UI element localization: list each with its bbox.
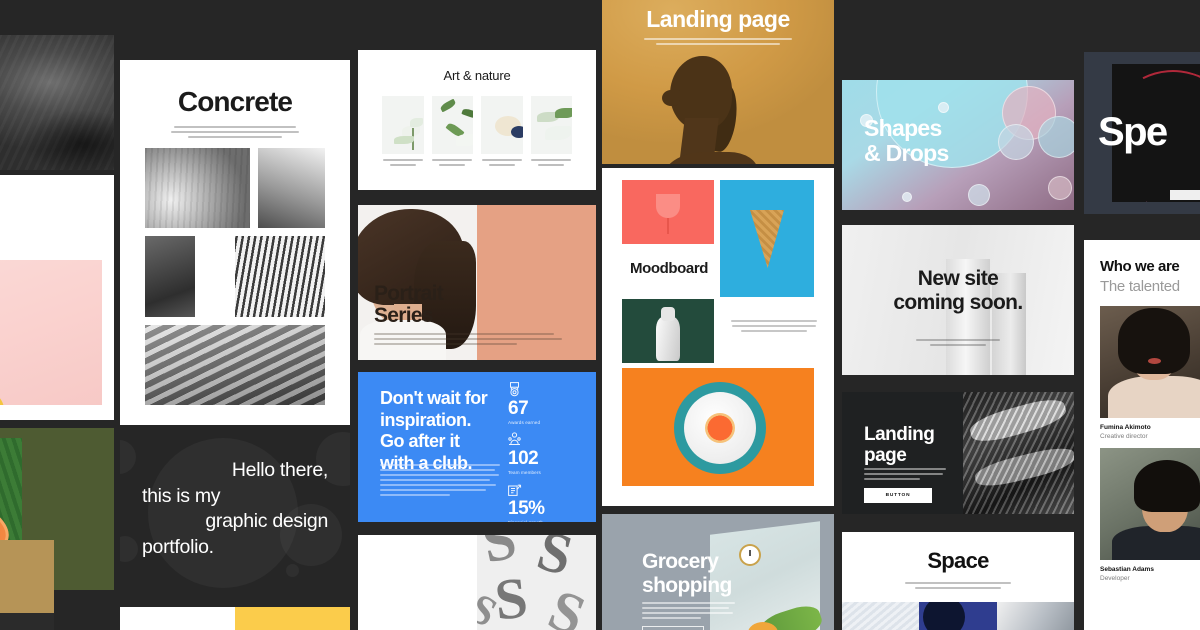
card-portrait-series[interactable]: Portrait Series xyxy=(358,205,596,360)
stat-value: 15% xyxy=(508,498,545,519)
list-item[interactable] xyxy=(431,96,474,169)
card-concrete[interactable]: Concrete xyxy=(120,60,350,425)
stat-growth: 15% Financial growth xyxy=(508,482,582,522)
body-text-placeholder xyxy=(864,468,946,483)
card-typography[interactable]: S S S S S xyxy=(358,535,596,630)
lets-go-button[interactable]: LET'S GO xyxy=(642,626,704,630)
moodboard-tile-cone xyxy=(720,180,814,297)
stat-value: 102 xyxy=(508,448,539,469)
body-text-placeholder xyxy=(730,320,818,335)
moodboard-tile-goblet xyxy=(622,180,714,244)
member-name: Fumina Akimoto xyxy=(1100,424,1151,431)
concrete-man-photo xyxy=(0,35,114,170)
card-who-we-are[interactable]: Who we are The talented Fumina Akimoto C… xyxy=(1084,240,1200,630)
contact-text-placeholder xyxy=(916,339,1000,349)
card-shapes-drops[interactable]: Shapes & Drops xyxy=(842,80,1074,210)
card-title: Landing page xyxy=(864,424,935,467)
card-title: Portrait Series xyxy=(374,282,444,328)
staircase-photo xyxy=(962,392,1074,514)
card-speed[interactable]: Spe xyxy=(1084,52,1200,214)
member-name: Sebastian Adams xyxy=(1100,566,1154,573)
card-still-life[interactable] xyxy=(0,540,54,630)
stats-list: 67 Awards earned 102 Team members 15% xyxy=(508,382,582,522)
avatar xyxy=(1100,448,1200,560)
beret-portrait-photo xyxy=(0,260,102,405)
card-hello-intro[interactable]: Hello there, this is my graphic design p… xyxy=(120,432,350,597)
card-landing-page-dark[interactable]: Landing page BUTTON xyxy=(842,392,1074,514)
body-text-placeholder xyxy=(642,602,737,622)
team-member[interactable]: Fumina Akimoto Creative director xyxy=(1100,306,1200,440)
stat-awards: 67 Awards earned xyxy=(508,382,582,425)
member-role: Creative director xyxy=(1100,433,1148,440)
card-title: Shapes & Drops xyxy=(864,115,949,166)
body-text-placeholder xyxy=(170,126,300,141)
team-icon xyxy=(508,432,582,447)
body-text-placeholder xyxy=(904,582,1012,592)
card-concrete-man[interactable]: crete nan xyxy=(0,35,114,170)
card-title: New site coming soon. xyxy=(893,267,1023,315)
moodboard-tile-grapefruit xyxy=(622,368,814,486)
list-item[interactable] xyxy=(382,96,424,169)
card-headline: Don't wait for inspiration. Go after it … xyxy=(380,388,488,473)
card-title: Who we are xyxy=(1100,258,1180,275)
card-subtitle: The talented xyxy=(1100,278,1180,295)
award-text: award winning r ac orci eu tellus xyxy=(0,197,14,227)
card-title: Landing page xyxy=(646,6,790,32)
concrete-photo-grid xyxy=(145,148,325,405)
card-landing-page-gold[interactable]: Landing page xyxy=(602,0,834,164)
space-photo-row xyxy=(842,602,1074,630)
card-title: Spe xyxy=(1098,110,1168,154)
team-member[interactable]: Sebastian Adams Developer xyxy=(1100,448,1200,582)
card-award-winning[interactable]: award winning r ac orci eu tellus xyxy=(0,175,114,420)
card-grocery-shopping[interactable]: Grocery shopping LET'S GO xyxy=(602,514,834,630)
stat-team: 102 Team members xyxy=(508,432,582,475)
member-role: Developer xyxy=(1100,575,1130,582)
thumb-caption xyxy=(382,159,424,166)
cta-button[interactable]: BUTTON xyxy=(864,488,932,503)
card-moodboard[interactable]: Moodboard xyxy=(602,168,834,506)
cta-button[interactable] xyxy=(1170,190,1200,200)
body-text-placeholder xyxy=(380,464,500,499)
thumb-caption xyxy=(481,159,523,166)
card-color-strip[interactable] xyxy=(120,607,350,630)
card-title: Grocery shopping xyxy=(642,550,732,597)
stat-label: Awards earned xyxy=(508,420,541,425)
body-text-placeholder xyxy=(374,333,578,348)
list-item[interactable] xyxy=(481,96,523,169)
stat-label: Financial growth xyxy=(508,520,582,522)
stat-value: 67 xyxy=(508,398,529,419)
card-title: Moodboard xyxy=(630,260,709,277)
growth-chart-icon xyxy=(508,482,582,497)
medal-icon xyxy=(508,382,582,397)
intro-text: Hello there, this is my graphic design p… xyxy=(142,459,328,559)
list-item[interactable] xyxy=(530,96,573,169)
typography-photo: S S S S S xyxy=(477,535,596,630)
silhouette-portrait-photo xyxy=(662,56,758,164)
thumb-caption xyxy=(432,159,474,166)
yellow-swatch xyxy=(235,607,350,630)
gallery-canvas: crete nan award winning r ac orci eu tel… xyxy=(0,0,1200,630)
clock-icon xyxy=(741,546,759,564)
card-art-nature[interactable]: Art & nature xyxy=(358,50,596,190)
stat-label: Team members xyxy=(508,470,541,475)
art-thumbnail-row xyxy=(382,96,572,169)
card-title: Space xyxy=(927,548,989,573)
thumb-caption xyxy=(531,159,573,166)
card-title: Concrete xyxy=(177,86,293,117)
avatar xyxy=(1100,306,1200,418)
card-new-site[interactable]: New site coming soon. xyxy=(842,225,1074,375)
card-space[interactable]: Space xyxy=(842,532,1074,630)
moodboard-tile-bottle xyxy=(622,299,714,363)
body-text-placeholder xyxy=(644,38,792,48)
card-inspiration-club[interactable]: Don't wait for inspiration. Go after it … xyxy=(358,372,596,522)
card-title: Art & nature xyxy=(443,68,511,83)
